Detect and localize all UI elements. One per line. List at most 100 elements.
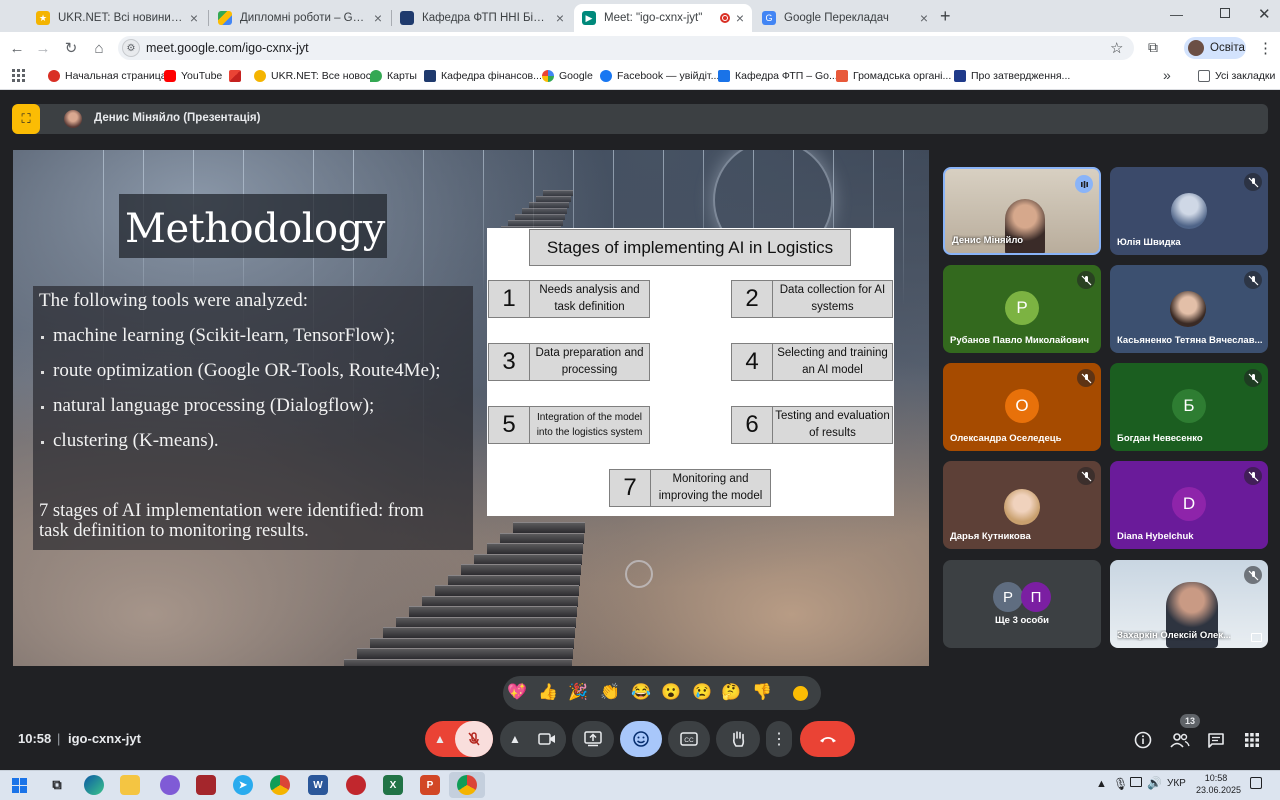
raise-hand-button[interactable] [716,721,760,757]
tray-chevron-icon[interactable]: ▲ [1096,778,1107,790]
reaction-emoji-4[interactable]: 😂 [631,683,651,703]
activities-icon[interactable] [1241,729,1263,751]
avatar: Р [993,582,1023,612]
browser-tab-4[interactable]: G Google Перекладач × [754,4,936,32]
browser-tab-1[interactable]: Дипломні роботи – Google Ди × [210,4,390,32]
all-bookmarks[interactable]: Усі закладки [1198,68,1275,84]
bookmark-department-finance[interactable]: Кафедра фінансов... [424,68,542,84]
telegram-icon[interactable]: ➤ [233,775,253,795]
bookmark-youtube[interactable]: YouTube [164,68,222,84]
file-explorer-icon[interactable] [120,775,140,795]
mic-off-icon [1077,369,1095,387]
forward-icon[interactable]: → [34,40,52,58]
powerpoint-icon[interactable]: P [420,775,440,795]
site-info-icon[interactable]: ⚙ [122,39,140,57]
bookmark-star-icon[interactable]: ☆ [1110,39,1123,57]
menu-icon[interactable]: ⋮ [1258,39,1273,57]
participant-tile-1[interactable]: Юлія Швидка [1110,167,1268,255]
bullet-marker [41,406,44,409]
extensions-icon[interactable]: ⧉ [1148,39,1158,56]
profile-button[interactable]: Освіта [1184,37,1246,59]
bookmark-maps[interactable]: Карты [370,68,417,84]
browser-tab-3-active[interactable]: ▶ Meet: "igo-cxnx-jyt" × [574,4,752,32]
app-icon[interactable] [346,775,366,795]
participant-name: Касьяненко Тетяна Вячеслав... [1117,335,1263,346]
mic-options-chevron-icon[interactable]: ▲ [425,721,455,757]
reaction-emoji-6[interactable]: 😢 [692,683,712,703]
participant-tile-more[interactable]: Р П Ще 3 особи [943,560,1101,648]
windows-start-icon[interactable] [12,778,27,793]
reload-icon[interactable]: ↻ [62,40,80,58]
participant-tile-3[interactable]: Касьяненко Тетяна Вячеслав... [1110,265,1268,353]
browser-tab-0[interactable]: ★ UKR.NET: Всі новини України, о × [28,4,206,32]
reaction-emoji-7[interactable]: 🤔 [721,683,741,703]
volume-icon[interactable]: 🔊 [1147,776,1162,790]
captions-button[interactable]: CC [668,721,710,757]
system-clock[interactable]: 10:58 23.06.2025 [1196,772,1241,796]
network-icon[interactable] [1130,777,1142,787]
camera-options-chevron-icon[interactable]: ▲ [500,721,530,757]
minimize-icon[interactable]: — [1170,7,1183,22]
chat-icon[interactable] [1205,729,1227,751]
people-icon[interactable] [1169,729,1191,751]
edge-icon[interactable] [84,775,104,795]
present-button[interactable] [572,721,614,757]
reaction-emoji-5[interactable]: 😮 [661,683,681,703]
pip-icon[interactable] [1251,633,1262,642]
bookmark-start-page[interactable]: Начальная страница [48,68,167,84]
address-bar[interactable]: ⚙ meet.google.com/igo-cxnx-jyt [118,36,1134,60]
keyboard-language[interactable]: УКР [1167,778,1186,789]
avatar [1004,489,1040,525]
mic-off-button[interactable] [455,721,493,757]
reaction-emoji-8[interactable]: 👎 [752,683,772,703]
close-window-icon[interactable]: ✕ [1258,5,1271,23]
more-options-icon[interactable]: ⋮ [766,721,792,757]
new-tab-button[interactable]: + [940,6,951,27]
bookmark-approval[interactable]: Про затвердження... [954,68,1070,84]
close-tab-icon[interactable]: × [190,10,198,26]
close-tab-icon[interactable]: × [374,10,382,26]
task-view-icon[interactable]: ⧉ [47,775,67,795]
chrome-active-icon[interactable] [457,775,477,795]
close-tab-icon[interactable]: × [920,10,928,26]
participant-tile-7[interactable]: D Diana Hybelchuk [1110,461,1268,549]
emoji-skin-tone-icon[interactable] [793,686,808,701]
participant-tile-0[interactable]: Денис Міняйло [943,167,1101,255]
maximize-icon[interactable] [1220,8,1230,18]
present-screen-icon[interactable]: ⛶ [12,104,40,134]
emoji-reactions-button[interactable] [620,721,662,757]
reaction-emoji-2[interactable]: 🎉 [568,683,588,703]
participant-tile-5[interactable]: Б Богдан Невесенко [1110,363,1268,451]
participant-tile-6[interactable]: Дарья Кутникова [943,461,1101,549]
viber-icon[interactable] [160,775,180,795]
meeting-info-icon[interactable] [1132,729,1154,751]
reaction-emoji-0[interactable]: 💖 [507,683,527,703]
home-icon[interactable]: ⌂ [90,40,108,58]
reaction-emoji-1[interactable]: 👍 [538,683,558,703]
close-tab-icon[interactable]: × [736,10,744,26]
notifications-icon[interactable] [1250,777,1262,789]
participant-tile-4[interactable]: О Олександра Оселедець [943,363,1101,451]
word-icon[interactable]: W [308,775,328,795]
back-icon[interactable]: ← [8,40,26,58]
participant-tile-2[interactable]: Р Рубанов Павло Миколайович [943,265,1101,353]
apps-icon[interactable] [12,69,25,82]
bookmark-public-org[interactable]: Громадська органі... [836,68,951,84]
reaction-emoji-3[interactable]: 👏 [600,683,620,703]
leave-call-button[interactable] [800,721,855,757]
browser-tab-2[interactable]: Кафедра ФТП ННІ БіЕМ СумДУ × [392,4,572,32]
more-bookmarks-icon[interactable]: » [1163,67,1171,83]
bookmark-facebook[interactable]: Facebook — увійдіт... [600,68,719,84]
bookmark-gmail[interactable] [229,68,246,84]
chrome-icon[interactable] [270,775,290,795]
camera-button[interactable] [528,721,566,757]
bookmark-google[interactable]: Google [542,68,593,84]
microphone-tray-icon[interactable]: 🎙 [1113,777,1128,791]
excel-icon[interactable]: X [383,775,403,795]
stage-6: 6 Testing and evaluation of results [731,406,893,444]
close-tab-icon[interactable]: × [556,10,564,26]
bookmark-department-ftp[interactable]: Кафедра ФТП – Go... [718,68,838,84]
participant-tile-9[interactable]: Захаркін Олексій Олек... [1110,560,1268,648]
bookmark-ukrnet[interactable]: UKR.NET: Все новос... [254,68,380,84]
save-app-icon[interactable] [196,775,216,795]
